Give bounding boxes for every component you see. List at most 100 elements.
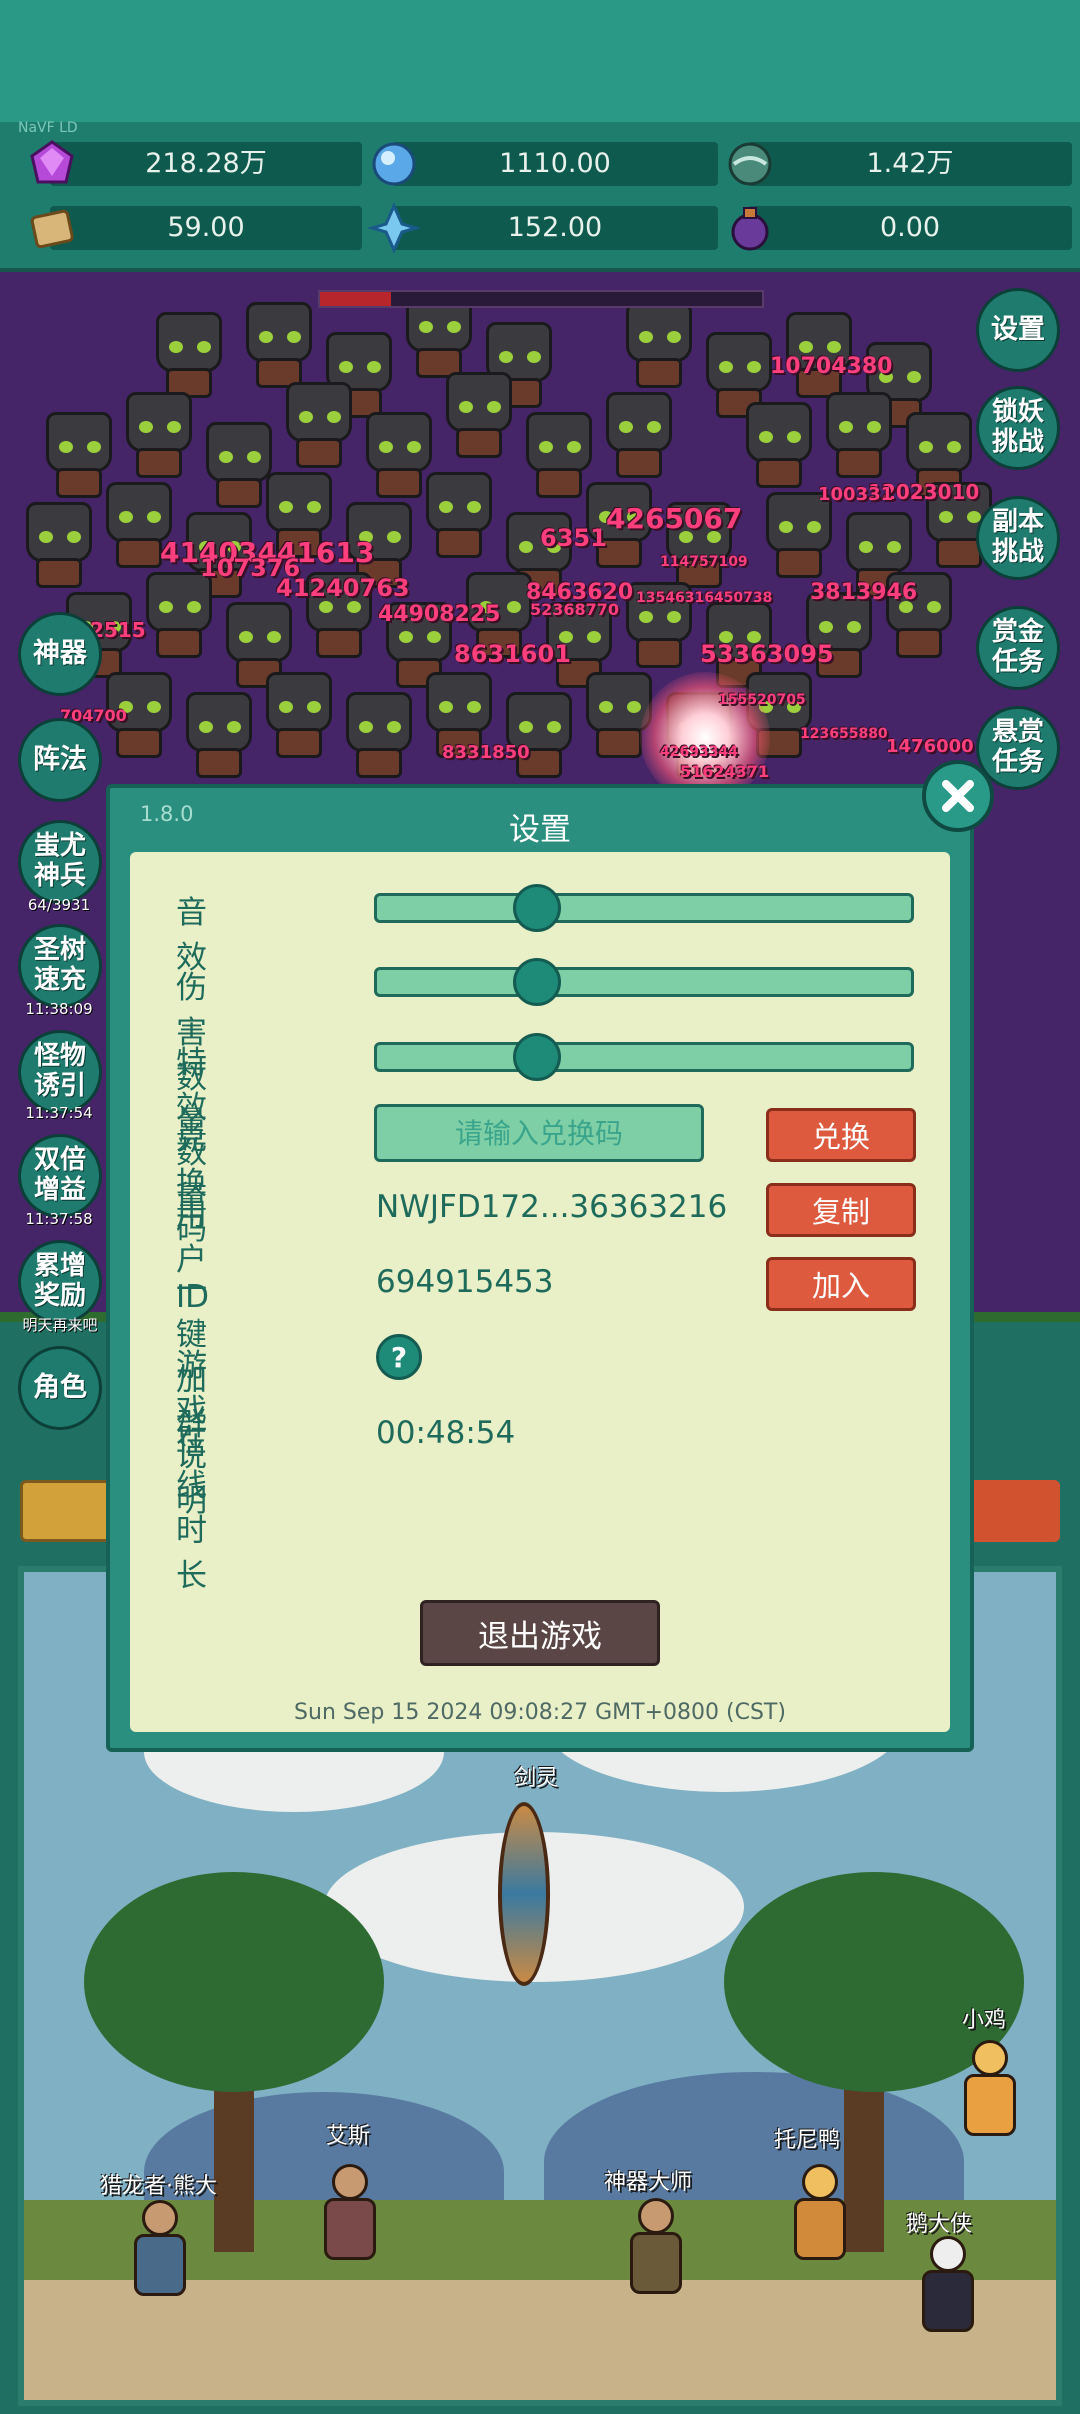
- formation-button[interactable]: 阵法: [18, 718, 102, 802]
- damage-number: 8331850: [442, 742, 530, 763]
- holy-tree-boost-button[interactable]: 圣树速充: [18, 924, 102, 1008]
- resource-value: 1.42万: [866, 148, 954, 179]
- skeleton-enemy: [140, 572, 218, 658]
- hero-dragon-hunter[interactable]: [124, 2200, 194, 2300]
- resource-orb: 1.42万: [728, 142, 1072, 186]
- skeleton-enemy: [180, 692, 258, 778]
- redeem-button[interactable]: 兑换: [766, 1108, 916, 1162]
- damage-number: 53363095: [700, 640, 834, 668]
- tree-canopy: [84, 1872, 384, 2092]
- hero-name: 神器大师: [604, 2170, 693, 2195]
- top-bar: [0, 0, 1080, 122]
- damage-number: 8631601: [454, 640, 571, 668]
- skeleton-enemy: [440, 372, 518, 458]
- damage-number: 114757109: [660, 554, 748, 570]
- online-time-value: 00:48:54: [376, 1415, 516, 1451]
- monster-lure-timer: 11:37:54: [25, 1104, 93, 1122]
- resource-small-label: NaVF LD: [18, 120, 78, 136]
- resource-value: 0.00: [879, 212, 941, 243]
- boss-hp-fill: [320, 292, 391, 306]
- character-button[interactable]: 角色: [18, 1346, 102, 1430]
- damage-number: 1476000: [886, 736, 974, 757]
- damage-number: 123655880: [800, 726, 888, 742]
- demon-lock-challenge-button[interactable]: 锁妖挑战: [976, 386, 1060, 470]
- damage-number: 100331: [818, 484, 894, 505]
- skeleton-enemy: [340, 692, 418, 778]
- hero-artifact-master[interactable]: [620, 2198, 690, 2298]
- cumulative-reward-status: 明天再来吧: [22, 1316, 98, 1334]
- slider-knob[interactable]: [513, 884, 562, 932]
- exit-game-button[interactable]: 退出游戏: [420, 1600, 660, 1666]
- sound-slider[interactable]: [374, 884, 914, 932]
- userid-value: NWJFD172...36363216: [376, 1189, 728, 1225]
- damage-number: 44908225: [378, 602, 501, 627]
- copy-button[interactable]: 复制: [766, 1183, 916, 1237]
- holy-tree-boost-timer: 11:38:09: [25, 1000, 93, 1018]
- close-icon: [942, 780, 974, 812]
- help-button[interactable]: ?: [376, 1334, 422, 1380]
- hero-goose[interactable]: [912, 2236, 982, 2336]
- skeleton-enemy: [740, 402, 818, 488]
- resource-gem: 218.28万: [30, 140, 362, 186]
- close-button[interactable]: [922, 760, 994, 832]
- resource-scroll: 59.00: [30, 206, 362, 250]
- skeleton-enemy: [620, 302, 698, 388]
- skeleton-enemy: [240, 302, 318, 388]
- skeleton-enemy: [150, 312, 228, 398]
- skeleton-enemy: [120, 392, 198, 478]
- skeleton-enemy: [600, 392, 678, 478]
- hero-chick[interactable]: [954, 2040, 1024, 2140]
- hero-name: 鹅大侠: [906, 2212, 973, 2237]
- sword-spirit-label: 剑灵: [514, 1766, 559, 1791]
- damage-number: 41240763: [276, 574, 410, 602]
- redeem-code-input[interactable]: [374, 1104, 704, 1162]
- damage-count-slider[interactable]: [374, 958, 914, 1006]
- join-button[interactable]: 加入: [766, 1257, 916, 1311]
- sword-spirit-board[interactable]: [498, 1802, 550, 1986]
- resource-ice: 152.00: [368, 202, 718, 254]
- skeleton-enemy: [820, 392, 898, 478]
- double-buff-timer: 11:37:58: [25, 1210, 93, 1228]
- resource-value: 152.00: [507, 212, 603, 243]
- chiyou-weapon-button[interactable]: 蚩尤神兵: [18, 820, 102, 904]
- artifact-button[interactable]: 神器: [18, 612, 102, 696]
- dungeon-challenge-button[interactable]: 副本挑战: [976, 496, 1060, 580]
- damage-number: 3813946: [810, 580, 918, 605]
- resource-value: 218.28万: [145, 148, 267, 179]
- slider-knob[interactable]: [513, 958, 562, 1006]
- dialog-title: 设置: [509, 812, 571, 848]
- chiyou-weapon-progress: 64/3931: [27, 896, 91, 914]
- damage-number: 155520705: [718, 692, 806, 708]
- online-time-label: 在线时长: [176, 1423, 207, 1594]
- bounty-task-button[interactable]: 赏金任务: [976, 606, 1060, 690]
- damage-number: 13546316450738: [636, 590, 773, 606]
- damage-number: 6351: [540, 524, 607, 552]
- damage-number: 51624371: [680, 762, 770, 781]
- datetime-label: Sun Sep 15 2024 09:08:27 GMT+0800 (CST): [294, 1700, 786, 1725]
- double-buff-button[interactable]: 双倍增益: [18, 1134, 102, 1218]
- slider-knob[interactable]: [513, 1033, 562, 1081]
- group-number: 694915453: [376, 1264, 554, 1300]
- resource-potion: 0.00: [731, 206, 1072, 251]
- upgrade-bar-end[interactable]: [970, 1480, 1060, 1542]
- skeleton-enemy: [20, 502, 98, 588]
- hero-name: 艾斯: [326, 2124, 371, 2149]
- effects-slider[interactable]: [374, 1033, 914, 1081]
- question-icon: ?: [390, 1340, 408, 1374]
- damage-number: 8463620: [526, 580, 634, 605]
- boss-hp-bar: [318, 290, 764, 308]
- skeleton-enemy: [280, 382, 358, 468]
- resource-value: 1110.00: [499, 148, 611, 179]
- cumulative-reward-button[interactable]: 累增奖励: [18, 1240, 102, 1324]
- hero-tony-duck[interactable]: [784, 2164, 854, 2264]
- damage-number: 4265067: [606, 502, 743, 535]
- monster-lure-button[interactable]: 怪物诱引: [18, 1030, 102, 1114]
- resource-value: 59.00: [167, 212, 245, 243]
- skeleton-enemy: [500, 692, 578, 778]
- hero-aisi[interactable]: [314, 2164, 384, 2264]
- skeleton-enemy: [260, 672, 338, 758]
- hero-name: 托尼鸭: [774, 2128, 841, 2153]
- settings-button[interactable]: 设置: [976, 288, 1060, 372]
- hero-name: 猎龙者·熊大: [100, 2174, 217, 2199]
- resource-crystal: 1110.00: [372, 142, 718, 186]
